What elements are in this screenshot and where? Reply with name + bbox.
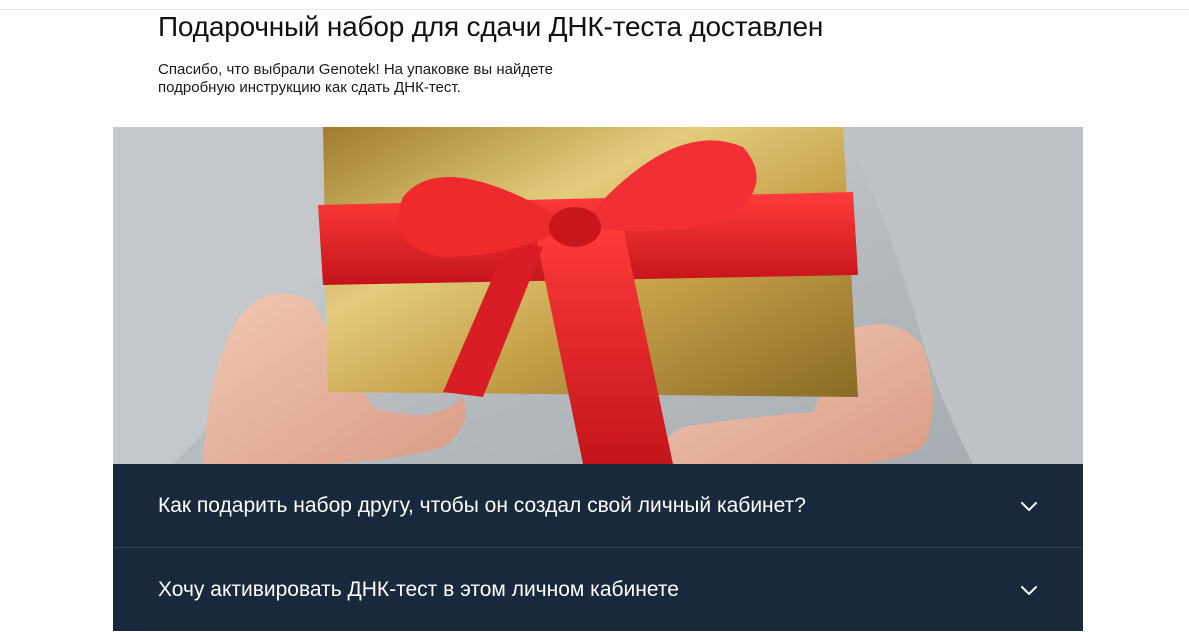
hero-image [113, 127, 1083, 464]
chevron-down-icon[interactable] [1019, 580, 1039, 600]
page-title: Подарочный набор для сдачи ДНК-теста дос… [158, 11, 824, 42]
faq-item-activate-test[interactable]: Хочу активировать ДНК-тест в этом личном… [113, 548, 1083, 632]
top-divider [0, 9, 1189, 10]
faq-item-gift-friend[interactable]: Как подарить набор другу, чтобы он созда… [113, 464, 1083, 548]
faq-item-label: Хочу активировать ДНК-тест в этом личном… [158, 578, 679, 601]
page-subtitle: Спасибо, что выбрали Genotek! На упаковк… [158, 61, 553, 96]
gift-photo-illustration [113, 127, 1083, 464]
faq-item-label: Как подарить набор другу, чтобы он созда… [158, 494, 806, 517]
faq-accordion: Как подарить набор другу, чтобы он созда… [113, 464, 1083, 631]
bow-knot [549, 207, 601, 247]
chevron-down-icon[interactable] [1019, 496, 1039, 516]
